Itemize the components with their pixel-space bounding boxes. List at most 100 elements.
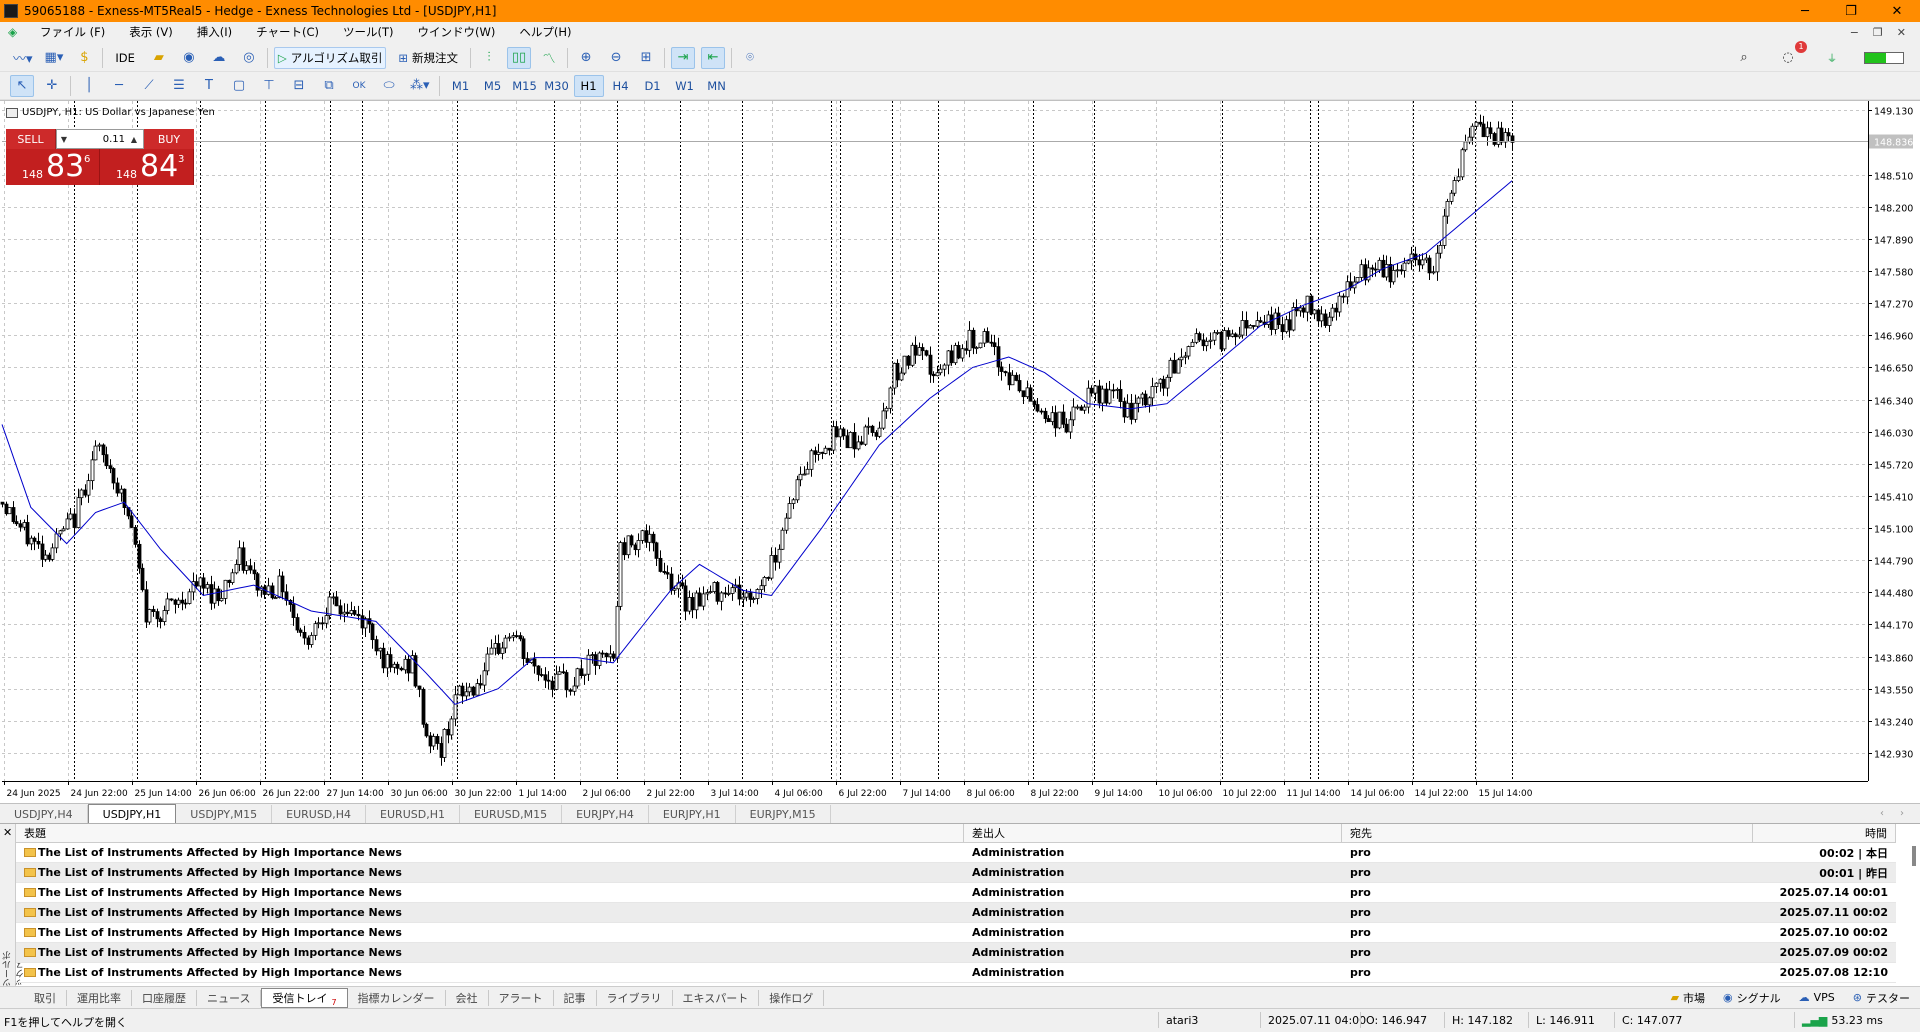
- menu-view[interactable]: 表示 (V): [117, 24, 185, 40]
- crosshair-icon[interactable]: ✛: [40, 75, 64, 97]
- chart-tab[interactable]: EURJPY,M15: [736, 805, 831, 823]
- mdi-close-button[interactable]: ✕: [1897, 26, 1906, 39]
- candle-chart-icon[interactable]: ▯▯: [507, 46, 532, 69]
- line-chart-icon[interactable]: 〽: [537, 47, 561, 69]
- buy-price[interactable]: 148 84 3: [100, 149, 194, 185]
- mail-row[interactable]: The List of Instruments Affected by High…: [16, 963, 1896, 983]
- market-button[interactable]: ▰ 市場: [1671, 990, 1705, 1006]
- menu-window[interactable]: ウインドウ(W): [406, 24, 508, 40]
- bag-icon[interactable]: ▰: [147, 47, 171, 69]
- mdi-restore-button[interactable]: ❐: [1873, 26, 1883, 39]
- signals-button[interactable]: ◉ シグナル: [1723, 990, 1781, 1006]
- ide-button[interactable]: IDE: [109, 47, 141, 69]
- col-time[interactable]: 時間: [1753, 824, 1896, 842]
- ok-icon[interactable]: OK: [347, 75, 371, 97]
- price-chart[interactable]: 149.130 148.510 148.200 147.890 147.580 147.2…: [0, 101, 1920, 804]
- objects-icon[interactable]: ⁂▾: [407, 75, 433, 97]
- tf-w1[interactable]: W1: [670, 75, 700, 97]
- text-label-icon[interactable]: ⊤: [257, 75, 281, 97]
- algo-trading-button[interactable]: ▷ アルゴリズム取引: [273, 46, 387, 69]
- chart-tab[interactable]: EURUSD,H1: [366, 805, 460, 823]
- tf-m30[interactable]: M30: [542, 75, 572, 97]
- menu-insert[interactable]: 挿入(I): [185, 24, 244, 40]
- lot-increase-button[interactable]: ▲: [127, 135, 141, 144]
- maximize-button[interactable]: ❐: [1828, 0, 1874, 22]
- tab-news[interactable]: ニュース: [197, 989, 262, 1006]
- tab-articles[interactable]: 記事: [554, 989, 597, 1006]
- close-button[interactable]: ✕: [1874, 0, 1920, 22]
- mail-row[interactable]: The List of Instruments Affected by High…: [16, 943, 1896, 963]
- chart-tab[interactable]: EURJPY,H4: [562, 805, 649, 823]
- channel-icon[interactable]: ☰: [167, 75, 191, 97]
- tf-m1[interactable]: M1: [446, 75, 476, 97]
- lot-size-input[interactable]: [71, 133, 127, 145]
- zoom-out-icon[interactable]: ⊖: [604, 47, 628, 69]
- trend-line-icon[interactable]: ⟋: [137, 75, 161, 97]
- tab-history[interactable]: 口座履歴: [132, 989, 197, 1006]
- tab-calendar[interactable]: 指標カレンダー: [348, 989, 446, 1006]
- indicator-icon[interactable]: ⊟: [287, 75, 311, 97]
- menu-file[interactable]: ファイル (F): [28, 24, 117, 40]
- mail-row[interactable]: The List of Instruments Affected by High…: [16, 883, 1896, 903]
- new-chart-icon[interactable]: ▦▾: [42, 47, 67, 69]
- chart-type-icon[interactable]: 〰▾: [10, 47, 36, 69]
- sell-price[interactable]: 148 83 6: [6, 149, 100, 185]
- tab-trade[interactable]: 取引: [24, 989, 67, 1006]
- mail-scrollbar[interactable]: [1912, 846, 1916, 866]
- bar-chart-icon[interactable]: ⫶: [477, 47, 501, 69]
- vertical-line-icon[interactable]: │: [77, 75, 101, 97]
- menu-tools[interactable]: ツール(T): [331, 24, 406, 40]
- mail-row[interactable]: The List of Instruments Affected by High…: [16, 923, 1896, 943]
- chat-icon[interactable]: ◌ 1: [1776, 40, 1807, 69]
- screenshot-icon[interactable]: ⌾: [738, 47, 762, 69]
- mdi-minimize-button[interactable]: −: [1850, 26, 1859, 39]
- chart-tab[interactable]: EURJPY,H1: [649, 805, 736, 823]
- tile-windows-icon[interactable]: ⊞: [634, 47, 658, 69]
- col-subject[interactable]: 表題: [16, 824, 964, 842]
- new-order-button[interactable]: ⊞ 新規注文: [392, 47, 464, 69]
- tf-m15[interactable]: M15: [510, 75, 540, 97]
- tf-h4[interactable]: H4: [606, 75, 636, 97]
- signal-icon[interactable]: ◉: [177, 47, 201, 69]
- dollar-icon[interactable]: $: [72, 47, 96, 69]
- chart-tab[interactable]: EURUSD,M15: [460, 805, 563, 823]
- tab-alerts[interactable]: アラート: [489, 989, 554, 1006]
- menu-chart[interactable]: チャート(C): [244, 24, 331, 40]
- status-profile[interactable]: atari3: [1166, 1014, 1198, 1027]
- tab-exposure[interactable]: 運用比率: [67, 989, 132, 1006]
- text-icon[interactable]: T: [197, 75, 221, 97]
- cursor-icon[interactable]: ↖: [10, 74, 34, 97]
- menu-help[interactable]: ヘルプ(H): [507, 24, 583, 40]
- lot-decrease-button[interactable]: ▼: [57, 135, 71, 144]
- shape-icon[interactable]: ⬭: [377, 75, 401, 97]
- mail-row[interactable]: The List of Instruments Affected by High…: [16, 843, 1896, 863]
- tab-library[interactable]: ライブラリ: [597, 989, 673, 1006]
- tab-inbox[interactable]: 受信トレイ 7: [261, 987, 348, 1008]
- rectangle-icon[interactable]: ▢: [227, 75, 251, 97]
- oscillator-icon[interactable]: ⧉: [317, 75, 341, 97]
- cloud-icon[interactable]: ☁: [207, 47, 231, 69]
- mail-row[interactable]: The List of Instruments Affected by High…: [16, 903, 1896, 923]
- chart-tab[interactable]: USDJPY,H4: [0, 805, 88, 823]
- tf-m5[interactable]: M5: [478, 75, 508, 97]
- vps-icon[interactable]: ◎: [237, 47, 261, 69]
- auto-scroll-icon[interactable]: ⇥: [671, 46, 696, 69]
- chart-tab[interactable]: EURUSD,H4: [272, 805, 367, 823]
- chart-window[interactable]: 149.130 148.510 148.200 147.890 147.580 147.2…: [0, 100, 1920, 804]
- sell-button[interactable]: SELL: [6, 129, 56, 149]
- buy-button[interactable]: BUY: [144, 129, 194, 149]
- vps-button[interactable]: ☁ VPS: [1799, 990, 1835, 1006]
- zoom-in-icon[interactable]: ⊕: [574, 47, 598, 69]
- tab-journal[interactable]: 操作ログ: [759, 989, 825, 1006]
- tf-h1[interactable]: H1: [573, 74, 604, 97]
- chart-tab-active[interactable]: USDJPY,H1: [87, 804, 177, 823]
- tab-scroll-right-icon[interactable]: ›: [1900, 808, 1904, 819]
- tab-company[interactable]: 会社: [446, 989, 489, 1006]
- tab-scroll-left-icon[interactable]: ‹: [1880, 808, 1884, 819]
- horizontal-line-icon[interactable]: ─: [107, 75, 131, 97]
- mail-row[interactable]: The List of Instruments Affected by High…: [16, 863, 1896, 883]
- chart-tab[interactable]: USDJPY,M15: [176, 805, 273, 823]
- tester-button[interactable]: ⊛ テスター: [1853, 990, 1910, 1006]
- col-from[interactable]: 差出人: [964, 824, 1342, 842]
- search-icon[interactable]: ⌕: [1732, 47, 1756, 69]
